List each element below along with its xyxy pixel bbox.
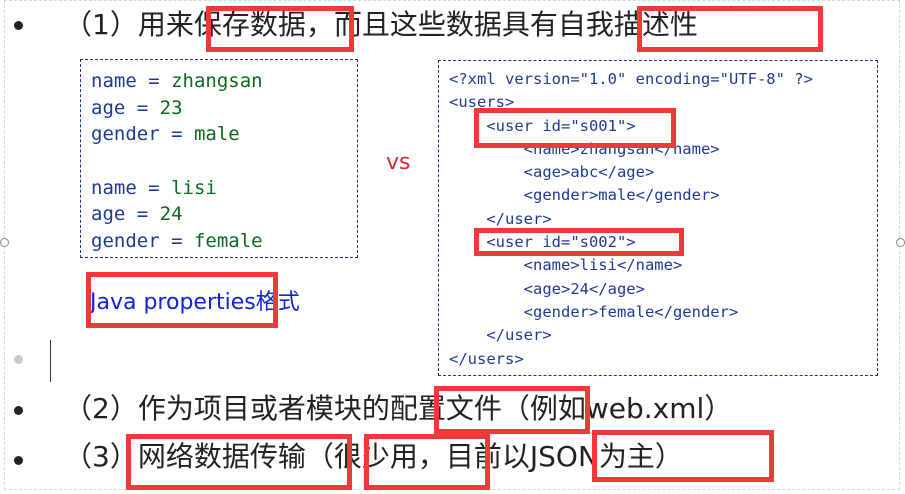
xml-line: <?xml version="1.0" encoding="UTF-8" ?> [449, 70, 813, 88]
xml-line: <gender>male</gender> [449, 186, 720, 205]
bullet-dot-2 [14, 406, 23, 415]
resize-handle-left[interactable] [0, 238, 9, 247]
xml-line: <user id="s002"> [449, 233, 636, 252]
props-line-blank [91, 148, 347, 175]
bullet-dot-1 [14, 21, 23, 30]
bullet-3-suffix: 目前以 [445, 440, 530, 473]
props-line: gender = male [91, 123, 240, 146]
bullet-line-1[interactable]: （1）用来保存数据，而且这些数据具有自我描述性 [64, 8, 698, 42]
bullet-1-mid: ，而且这些数据具有 [305, 8, 558, 41]
bullet-1-prefix: （1）用来 [64, 8, 194, 41]
bullet-3-highlight-json: JSON为主 [529, 440, 655, 473]
bullet-3-highlight-rarely: 很少用， [333, 440, 446, 473]
bullet-3-highlight-network: 网络数据传输 [137, 440, 306, 473]
bullet-2-prefix: （2）作为项目或者模块的 [64, 392, 390, 425]
xml-line: <gender>female</gender> [449, 302, 739, 321]
bullet-3-close-paren: ） [654, 440, 683, 473]
props-line: name = zhangsan [91, 70, 263, 92]
props-line: gender = female [91, 230, 263, 253]
bullet-1-highlight-save-data: 保存数据 [193, 8, 306, 41]
xml-code-box[interactable]: <?xml version="1.0" encoding="UTF-8" ?> … [438, 60, 878, 376]
xml-line: </user> [449, 326, 552, 345]
bullet-line-2[interactable]: （2）作为项目或者模块的配置文件（例如web.xml） [64, 392, 732, 426]
xml-line: <users> [449, 93, 515, 112]
bullet-2-mid: （例如web.xml） [501, 392, 733, 425]
xml-line: <age>24</age> [449, 279, 645, 298]
bullet-3-prefix: （3） [64, 440, 138, 473]
bullet-2-highlight-config: 配置文件 [389, 392, 502, 425]
resize-handle-right[interactable] [896, 238, 905, 247]
xml-line: </users> [449, 349, 524, 368]
xml-line: <age>abc</age> [449, 163, 655, 182]
properties-code-box[interactable]: name = zhangsan age = 23 gender = male n… [80, 59, 358, 258]
xml-line: <name>zhangsan</name> [449, 139, 720, 158]
vs-label: vs [386, 150, 411, 175]
text-cursor [50, 340, 51, 382]
java-properties-label: Java properties格式 [90, 284, 300, 316]
xml-line: <name>lisi</name> [449, 256, 683, 275]
bullet-dot-empty [14, 355, 23, 364]
java-properties-text: Java properties [90, 290, 256, 315]
xml-line: </user> [449, 209, 552, 228]
xml-line: <user id="s001"> [449, 116, 636, 135]
bullet-3-open-paren: （ [305, 440, 334, 473]
format-text: 格式 [255, 290, 300, 315]
bullet-1-highlight-self-describe: 自我描述性 [557, 8, 698, 41]
bullet-line-3[interactable]: （3）网络数据传输（很少用，目前以JSON为主） [64, 440, 683, 474]
bullet-dot-3 [14, 456, 23, 465]
props-line: age = 23 [91, 96, 183, 119]
props-line: name = lisi [91, 176, 217, 199]
props-line: age = 24 [91, 203, 183, 226]
